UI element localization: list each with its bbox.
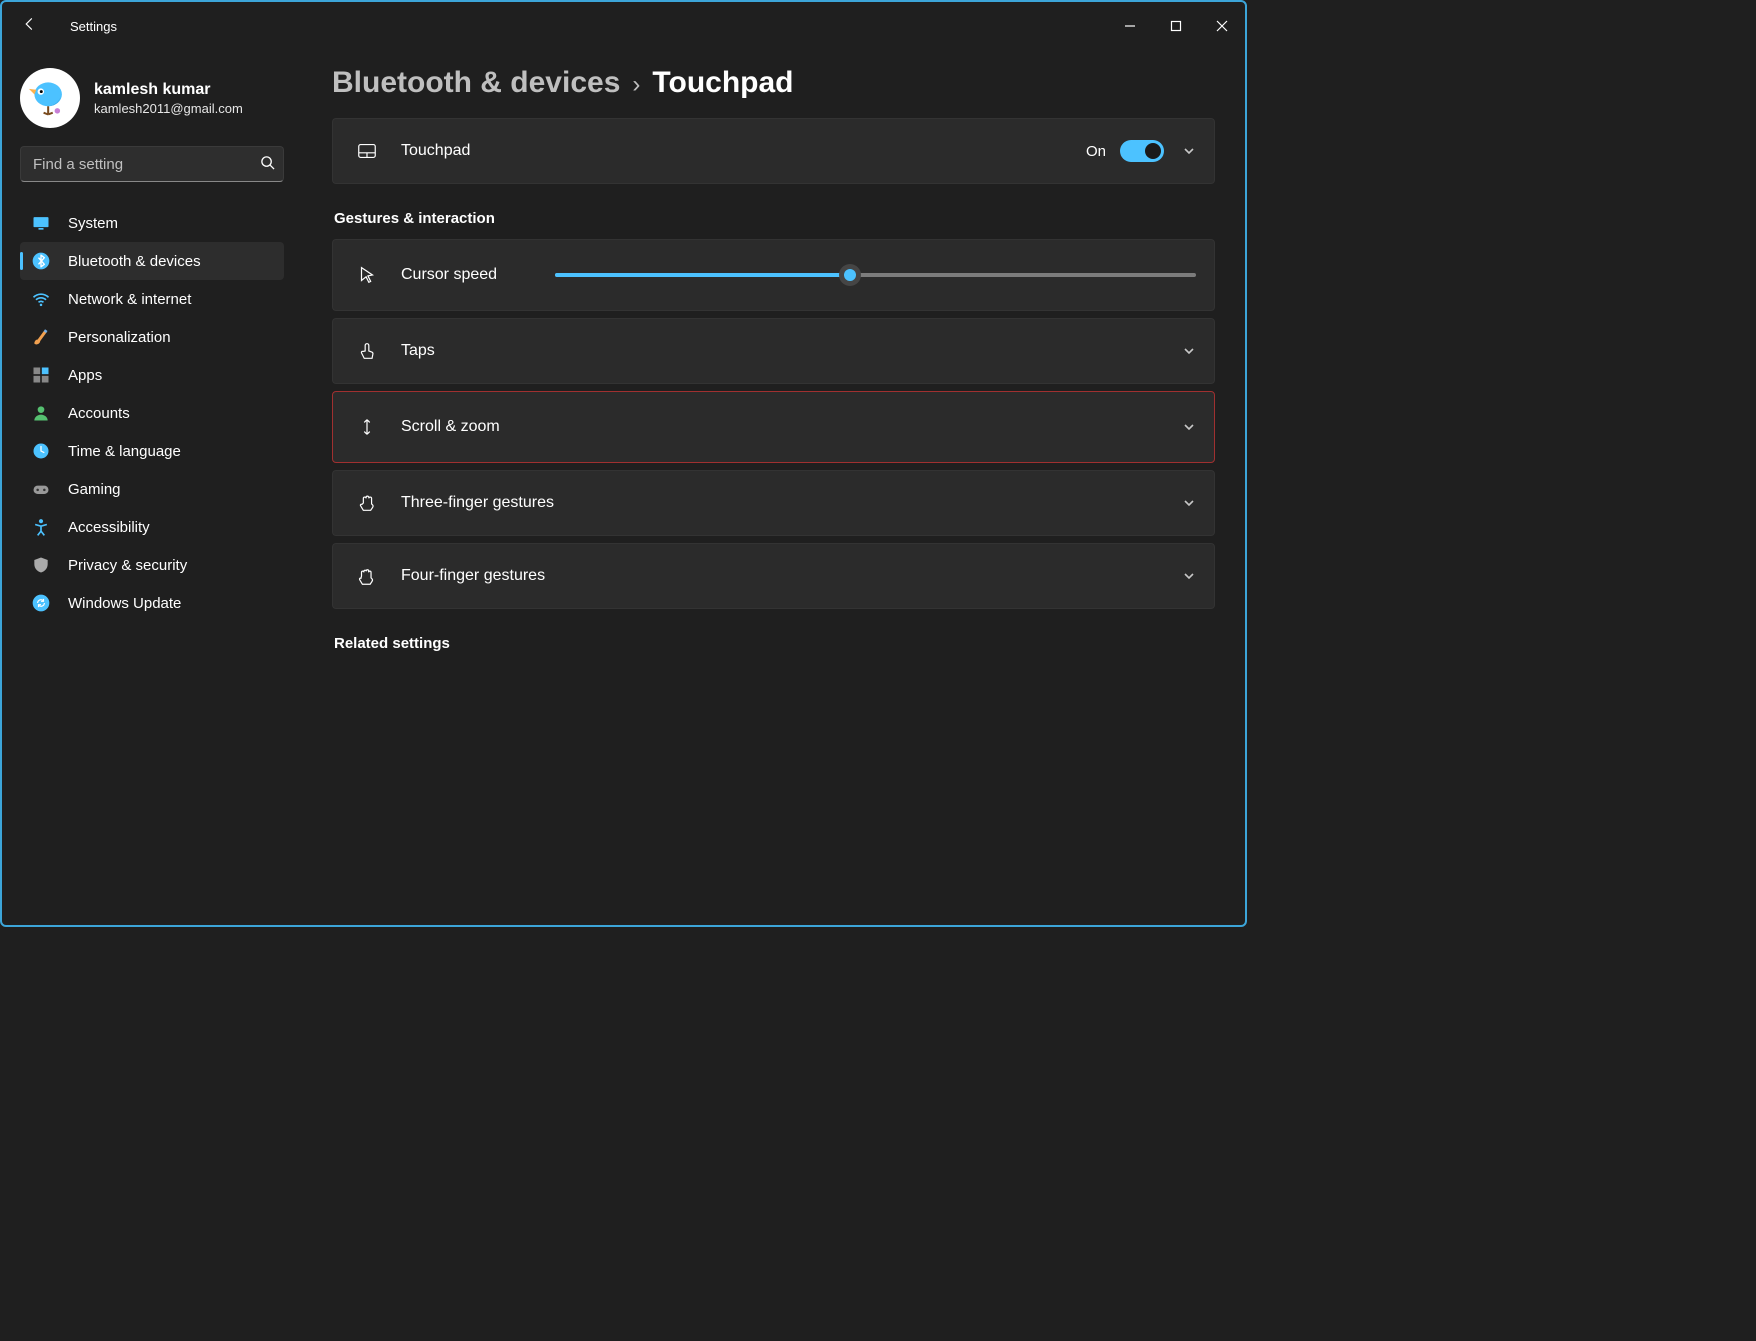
clock-globe-icon — [30, 440, 52, 462]
sidebar-item-label: Bluetooth & devices — [68, 253, 201, 270]
sidebar-item-personalization[interactable]: Personalization — [20, 318, 284, 356]
sidebar-item-time-language[interactable]: Time & language — [20, 432, 284, 470]
titlebar: Settings — [2, 2, 1245, 50]
three-finger-row[interactable]: Three-finger gestures — [332, 470, 1215, 536]
sidebar: kamlesh kumar kamlesh2011@gmail.com Syst… — [2, 50, 302, 925]
sidebar-item-label: Gaming — [68, 481, 121, 498]
update-icon — [30, 592, 52, 614]
tap-icon — [353, 340, 381, 362]
sidebar-item-accounts[interactable]: Accounts — [20, 394, 284, 432]
chevron-down-icon[interactable] — [1182, 569, 1196, 583]
apps-icon — [30, 364, 52, 386]
maximize-button[interactable] — [1153, 10, 1199, 42]
sidebar-item-bluetooth-devices[interactable]: Bluetooth & devices — [20, 242, 284, 280]
toggle-state-label: On — [1086, 143, 1106, 160]
sidebar-item-gaming[interactable]: Gaming — [20, 470, 284, 508]
cursor-speed-slider[interactable] — [555, 273, 1196, 277]
sidebar-item-label: Personalization — [68, 329, 171, 346]
search-input[interactable] — [33, 156, 260, 173]
avatar — [20, 68, 80, 128]
chevron-down-icon[interactable] — [1182, 496, 1196, 510]
close-button[interactable] — [1199, 10, 1245, 42]
four-finger-row[interactable]: Four-finger gestures — [332, 543, 1215, 609]
nav-list: System Bluetooth & devices Network & int… — [20, 204, 284, 622]
four-finger-label: Four-finger gestures — [401, 567, 545, 585]
three-finger-label: Three-finger gestures — [401, 494, 554, 512]
profile-email: kamlesh2011@gmail.com — [94, 101, 243, 116]
content-pane: Bluetooth & devices › Touchpad Touchpad … — [302, 50, 1245, 925]
taps-label: Taps — [401, 342, 435, 360]
wifi-icon — [30, 288, 52, 310]
related-section-header: Related settings — [334, 635, 1215, 652]
taps-row[interactable]: Taps — [332, 318, 1215, 384]
touchpad-toggle[interactable] — [1120, 140, 1164, 162]
gestures-section-header: Gestures & interaction — [334, 210, 1215, 227]
three-finger-icon — [353, 492, 381, 514]
brush-icon — [30, 326, 52, 348]
profile-name: kamlesh kumar — [94, 81, 243, 99]
chevron-right-icon: › — [632, 71, 640, 99]
cursor-speed-row: Cursor speed — [332, 239, 1215, 311]
chevron-down-icon[interactable] — [1182, 144, 1196, 158]
shield-icon — [30, 554, 52, 576]
cursor-speed-label: Cursor speed — [401, 266, 497, 284]
scroll-zoom-row[interactable]: Scroll & zoom — [332, 391, 1215, 463]
person-icon — [30, 402, 52, 424]
breadcrumb: Bluetooth & devices › Touchpad — [332, 66, 1215, 100]
sidebar-item-system[interactable]: System — [20, 204, 284, 242]
accessibility-icon — [30, 516, 52, 538]
search-box[interactable] — [20, 146, 284, 182]
sidebar-item-label: Privacy & security — [68, 557, 187, 574]
app-title: Settings — [70, 19, 117, 34]
search-icon — [260, 155, 275, 174]
sidebar-item-label: Apps — [68, 367, 102, 384]
monitor-icon — [30, 212, 52, 234]
cursor-icon — [353, 264, 381, 286]
chevron-down-icon[interactable] — [1182, 344, 1196, 358]
sidebar-item-label: Accounts — [68, 405, 130, 422]
sidebar-item-label: Network & internet — [68, 291, 191, 308]
sidebar-item-label: Time & language — [68, 443, 181, 460]
minimize-button[interactable] — [1107, 10, 1153, 42]
profile-block[interactable]: kamlesh kumar kamlesh2011@gmail.com — [20, 68, 284, 128]
sidebar-item-privacy[interactable]: Privacy & security — [20, 546, 284, 584]
back-button[interactable] — [18, 15, 42, 38]
sidebar-item-apps[interactable]: Apps — [20, 356, 284, 394]
scroll-zoom-label: Scroll & zoom — [401, 418, 500, 436]
breadcrumb-current: Touchpad — [652, 66, 793, 100]
sidebar-item-accessibility[interactable]: Accessibility — [20, 508, 284, 546]
sidebar-item-label: System — [68, 215, 118, 232]
sidebar-item-label: Windows Update — [68, 595, 181, 612]
bluetooth-icon — [30, 250, 52, 272]
sidebar-item-network[interactable]: Network & internet — [20, 280, 284, 318]
four-finger-icon — [353, 565, 381, 587]
touchpad-toggle-row[interactable]: Touchpad On — [332, 118, 1215, 184]
touchpad-icon — [353, 140, 381, 162]
sidebar-item-windows-update[interactable]: Windows Update — [20, 584, 284, 622]
gamepad-icon — [30, 478, 52, 500]
breadcrumb-parent[interactable]: Bluetooth & devices — [332, 66, 620, 100]
sidebar-item-label: Accessibility — [68, 519, 150, 536]
scroll-zoom-icon — [353, 416, 381, 438]
chevron-down-icon[interactable] — [1182, 420, 1196, 434]
touchpad-label: Touchpad — [401, 142, 470, 160]
